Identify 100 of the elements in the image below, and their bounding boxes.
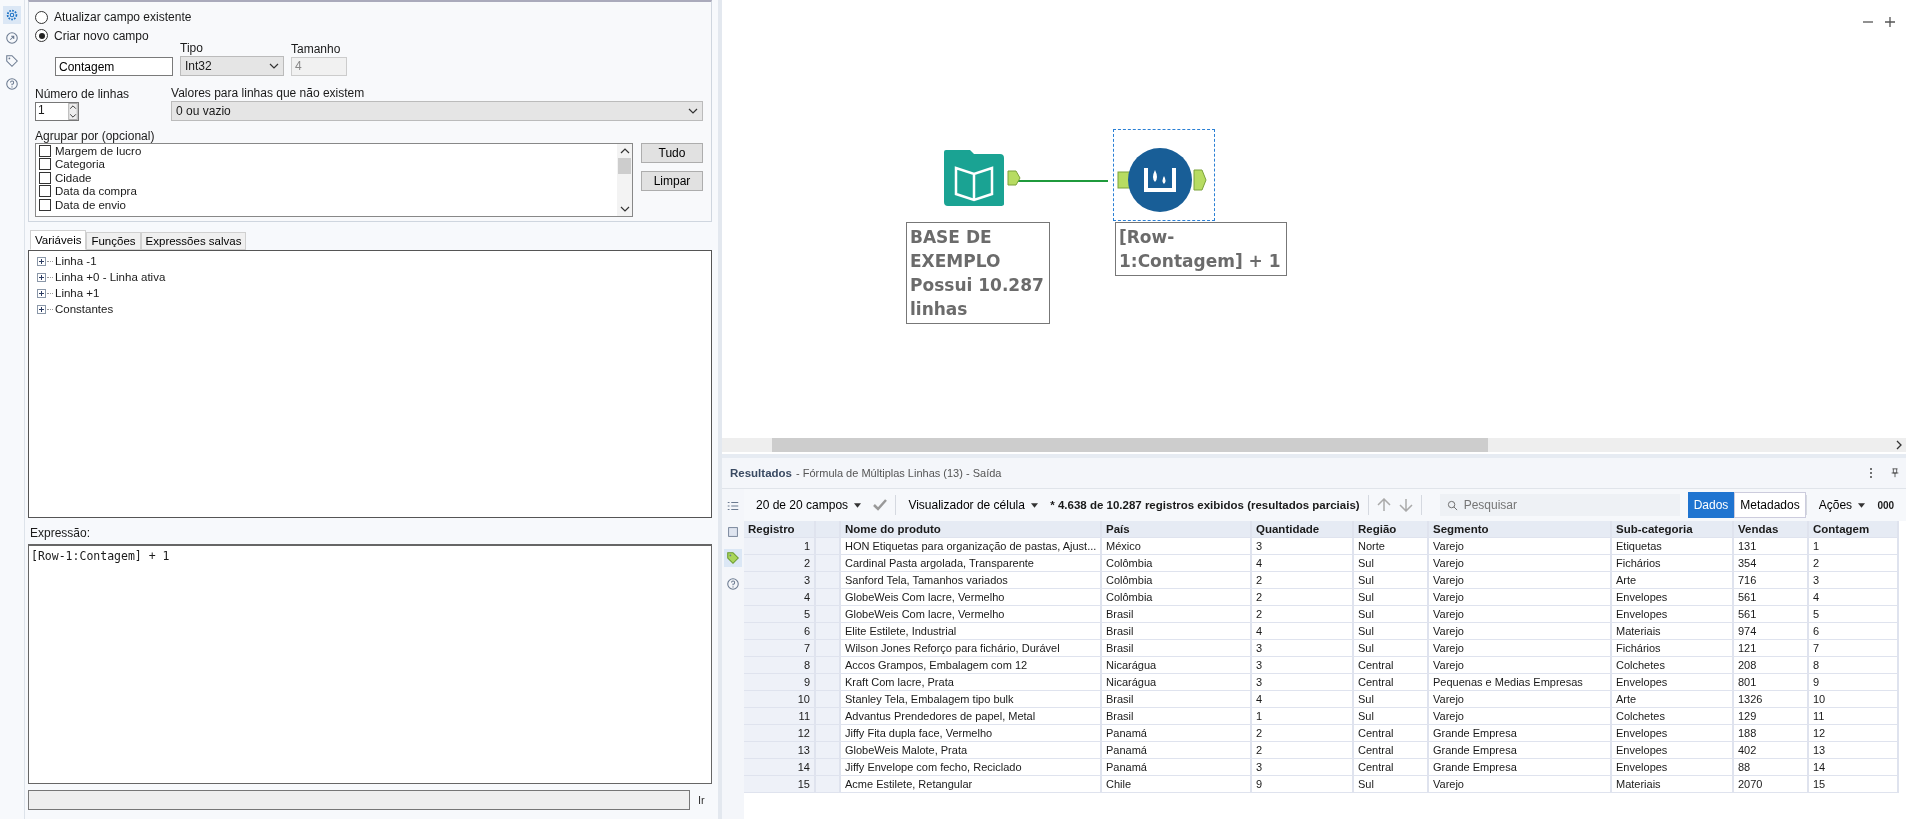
column-header[interactable]: Vendas — [1734, 521, 1809, 538]
settings-icon[interactable] — [3, 6, 21, 24]
checkbox[interactable] — [39, 144, 51, 157]
scrollbar[interactable] — [617, 144, 632, 216]
radio-button[interactable] — [35, 10, 48, 24]
table-cell: Sul — [1354, 589, 1429, 606]
expand-icon[interactable] — [37, 304, 46, 314]
cell-viewer-dropdown[interactable]: Visualizador de célula — [904, 498, 1043, 512]
tree-item[interactable]: Linha -1 — [55, 255, 97, 267]
tree-item[interactable]: Linha +0 - Linha ativa — [55, 271, 166, 283]
bottom-field[interactable] — [28, 790, 690, 810]
checkbox[interactable] — [39, 171, 51, 184]
expand-icon[interactable] — [37, 272, 46, 282]
column-header[interactable]: Contagem — [1809, 521, 1899, 538]
help-icon[interactable] — [724, 575, 742, 593]
row-number: 1 — [744, 538, 816, 555]
table-cell: Brasil — [1102, 691, 1252, 708]
fields-dropdown[interactable]: 20 de 20 campos — [752, 498, 866, 512]
checkbox[interactable] — [39, 198, 51, 211]
type-dropdown[interactable]: Int32 — [180, 56, 284, 76]
table-cell: Colômbia — [1102, 589, 1252, 606]
table-cell — [816, 759, 841, 776]
column-header[interactable]: Registro — [744, 521, 816, 538]
group-button[interactable]: Tudo — [641, 143, 703, 163]
chevron-down-icon[interactable] — [688, 108, 698, 114]
table-cell: 11 — [1809, 708, 1899, 725]
expand-icon[interactable] — [37, 256, 46, 266]
table-cell: 3 — [1252, 657, 1354, 674]
link[interactable]: Ir — [698, 794, 712, 806]
table-cell: GlobeWeis Malote, Prata — [841, 742, 1102, 759]
tag-icon[interactable] — [3, 52, 21, 70]
table-cell: México — [1102, 538, 1252, 555]
table-cell: Central — [1354, 742, 1429, 759]
table-cell: 2070 — [1734, 776, 1809, 793]
expression-editor[interactable]: [Row-1:Contagem] + 1 — [28, 544, 712, 784]
table-cell: Sul — [1354, 606, 1429, 623]
tree-item[interactable]: Constantes — [55, 303, 114, 315]
checkbox[interactable] — [39, 158, 51, 171]
scroll-right-icon[interactable] — [1896, 440, 1902, 450]
pin-icon[interactable] — [1890, 467, 1900, 479]
tab[interactable]: Expressões salvas — [140, 232, 247, 250]
table-cell: 801 — [1734, 674, 1809, 691]
radio-button[interactable] — [35, 29, 48, 43]
table-cell: Chile — [1102, 776, 1252, 793]
table-cell: Varejo — [1429, 691, 1612, 708]
table-cell: Envelopes — [1612, 759, 1734, 776]
table-cell: Sul — [1354, 776, 1429, 793]
actions-dropdown[interactable]: Ações — [1814, 498, 1870, 512]
row-number: 6 — [744, 623, 816, 640]
column-header[interactable]: Nome do produto — [841, 521, 1102, 538]
table-cell: 3 — [1809, 572, 1899, 589]
table-cell: 3 — [1252, 674, 1354, 691]
table-cell: Varejo — [1429, 538, 1612, 555]
expand-icon[interactable] — [37, 288, 46, 298]
help-icon[interactable] — [3, 75, 21, 93]
table-cell: 121 — [1734, 640, 1809, 657]
search-field[interactable]: Pesquisar — [1439, 494, 1680, 516]
horizontal-scrollbar[interactable] — [722, 438, 1906, 452]
column-header[interactable]: Quantidade — [1252, 521, 1354, 538]
table-cell: 716 — [1734, 572, 1809, 589]
table-cell: Wilson Jones Reforço para fichário, Durável — [841, 640, 1102, 657]
column-header[interactable]: Segmento — [1429, 521, 1612, 538]
caret-icon — [1031, 503, 1039, 509]
table-cell: Varejo — [1429, 572, 1612, 589]
table-cell: Nicarágua — [1102, 674, 1252, 691]
column-header[interactable]: Sub-categoria — [1612, 521, 1734, 538]
table-cell: Cardinal Pasta argolada, Transparente — [841, 555, 1102, 572]
view-toggle[interactable]: Dados — [1687, 492, 1735, 518]
scroll-thumb[interactable] — [618, 158, 631, 174]
table-cell: 3 — [1252, 538, 1354, 555]
chevron-down-icon[interactable] — [269, 63, 279, 69]
checkbox[interactable] — [39, 185, 51, 198]
tab[interactable]: Variáveis — [30, 230, 87, 250]
chevron-down-icon[interactable] — [619, 206, 630, 212]
arrow-circle-icon[interactable] — [3, 29, 21, 47]
checkmark-icon[interactable] — [873, 498, 888, 512]
table-cell: 7 — [1809, 640, 1899, 657]
table-cell: Grande Empresa — [1429, 742, 1612, 759]
more-button[interactable]: 000 — [1877, 499, 1895, 511]
view-toggle[interactable]: Metadados — [1734, 492, 1806, 518]
results-title: Resultados — [730, 467, 792, 479]
column-header[interactable]: País — [1102, 521, 1252, 538]
table-cell: Varejo — [1429, 776, 1612, 793]
table-cell: 2 — [1252, 572, 1354, 589]
book-folder-icon[interactable] — [942, 148, 1022, 208]
field-name-input[interactable]: Contagem — [55, 57, 173, 76]
zoom-in-icon[interactable] — [1884, 16, 1896, 28]
tab[interactable]: Funções — [86, 232, 141, 250]
missing-values-dropdown[interactable]: 0 ou vazio — [171, 101, 703, 121]
tree-item[interactable]: Linha +1 — [55, 287, 100, 299]
table-cell: Brasil — [1102, 640, 1252, 657]
table-cell: 1326 — [1734, 691, 1809, 708]
column-header[interactable]: Região — [1354, 521, 1429, 538]
row-number: 15 — [744, 776, 816, 793]
group-button[interactable]: Limpar — [641, 171, 703, 191]
row-number: 2 — [744, 555, 816, 572]
chevron-up-icon[interactable] — [619, 148, 630, 154]
row-count-spinner[interactable]: 1 — [35, 102, 79, 121]
field-option: Data de envio — [55, 198, 126, 211]
row-number: 14 — [744, 759, 816, 776]
